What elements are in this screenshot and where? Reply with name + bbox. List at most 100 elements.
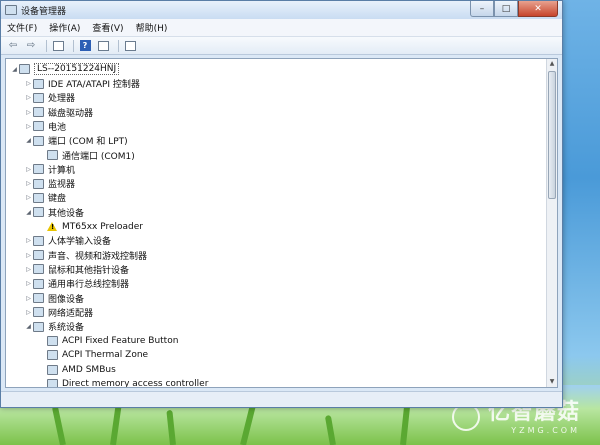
tree-item-label: 处理器 bbox=[48, 94, 76, 105]
tree-item[interactable]: Direct memory access controller bbox=[38, 377, 208, 387]
computer-icon bbox=[19, 64, 30, 74]
expand-arrow-icon[interactable]: ▷ bbox=[24, 80, 33, 87]
tree-item[interactable]: ▷ 声音、视频和游戏控制器 bbox=[24, 248, 147, 262]
expand-arrow-icon[interactable]: ▷ bbox=[24, 194, 33, 201]
tree-item[interactable]: ▷ 计算机 bbox=[24, 162, 75, 176]
tree-item[interactable]: ACPI Thermal Zone bbox=[38, 348, 148, 362]
tree-item[interactable]: ◢ 端口 (COM 和 LPT) bbox=[24, 134, 128, 148]
tree-item[interactable]: 通信端口 (COM1) bbox=[38, 148, 135, 162]
expand-arrow-icon[interactable]: ▷ bbox=[24, 309, 33, 316]
device-manager-icon bbox=[5, 5, 17, 15]
tree-item-label: 人体学输入设备 bbox=[48, 237, 112, 248]
grass-blade bbox=[166, 409, 176, 445]
expand-arrow-icon[interactable]: ◢ bbox=[10, 66, 19, 73]
expand-arrow-icon[interactable]: ▷ bbox=[24, 280, 33, 287]
warning-icon bbox=[47, 221, 58, 232]
tree-item[interactable]: AMD SMBus bbox=[38, 363, 116, 377]
tree-item-label: 端口 (COM 和 LPT) bbox=[48, 137, 128, 148]
help-icon: ? bbox=[79, 40, 91, 51]
system-device-icon bbox=[47, 378, 58, 387]
tree-item[interactable]: MT65xx Preloader bbox=[38, 220, 143, 234]
menu-help[interactable]: 帮助(H) bbox=[136, 21, 168, 34]
expand-arrow-icon[interactable]: ▷ bbox=[24, 94, 33, 101]
toolbar-separator bbox=[46, 39, 47, 52]
tree-item-label: 电池 bbox=[48, 122, 67, 133]
expand-arrow-icon[interactable]: ▷ bbox=[24, 237, 33, 244]
device-tree: ◢ LS--20151224HNJ ▷ IDE ATA/ATAPI 控制器 ▷ 处理器… bbox=[6, 59, 546, 387]
tree-item-label: MT65xx Preloader bbox=[62, 221, 144, 232]
system-device-icon bbox=[47, 350, 58, 361]
tree-item[interactable]: ▷ IDE ATA/ATAPI 控制器 bbox=[24, 77, 140, 91]
scroll-up-icon[interactable]: ▲ bbox=[547, 59, 557, 69]
system-devices-icon bbox=[33, 321, 44, 332]
expand-arrow-icon[interactable]: ▷ bbox=[24, 123, 33, 130]
tree-item[interactable]: ▷ 键盘 bbox=[24, 191, 66, 205]
tree-item-label: ACPI Fixed Feature Button bbox=[62, 335, 179, 346]
collapse-arrow-icon[interactable]: ◢ bbox=[24, 137, 33, 144]
tree-item-label: IDE ATA/ATAPI 控制器 bbox=[48, 80, 140, 90]
tree-item[interactable]: ▷ 图像设备 bbox=[24, 291, 84, 305]
device-manager-window: 设备管理器 – □ ✕ 文件(F) 操作(A) 查看(V) 帮助(H) ⇦ ⇨ … bbox=[0, 0, 563, 408]
tree-item-label: 监视器 bbox=[48, 180, 76, 191]
tree-item-label: 通用串行总线控制器 bbox=[48, 280, 130, 291]
tree-item[interactable]: ◢ 系统设备 bbox=[24, 320, 84, 334]
tree-item[interactable]: ▷ 电池 bbox=[24, 119, 66, 133]
grass-blade bbox=[324, 414, 336, 445]
close-button[interactable]: ✕ bbox=[518, 1, 558, 17]
expand-arrow-icon[interactable]: ▷ bbox=[24, 295, 33, 302]
tree-item[interactable]: ▷ 磁盘驱动器 bbox=[24, 105, 93, 119]
port-icon bbox=[47, 150, 58, 160]
battery-icon bbox=[33, 121, 44, 132]
imaging-icon bbox=[33, 293, 44, 303]
tree-item[interactable]: ▷ 鼠标和其他指针设备 bbox=[24, 262, 129, 276]
tree-item[interactable]: ▷ 监视器 bbox=[24, 177, 75, 191]
tree-item-label: 图像设备 bbox=[48, 294, 85, 305]
tree-item-label: 声音、视频和游戏控制器 bbox=[48, 251, 148, 262]
tree-item-label: 网络适配器 bbox=[48, 308, 94, 319]
scroll-down-icon[interactable]: ▼ bbox=[547, 377, 557, 387]
collapse-arrow-icon[interactable]: ◢ bbox=[24, 323, 33, 330]
processor-icon bbox=[33, 92, 44, 103]
menu-action[interactable]: 操作(A) bbox=[49, 21, 80, 34]
expand-arrow-icon[interactable]: ▷ bbox=[24, 166, 33, 173]
scroll-thumb[interactable] bbox=[548, 71, 556, 199]
collapse-arrow-icon[interactable]: ◢ bbox=[24, 209, 33, 216]
back-arrow-icon[interactable]: ⇦ bbox=[6, 39, 20, 52]
tree-item[interactable]: ▷ 通用串行总线控制器 bbox=[24, 277, 129, 291]
properties-icon bbox=[97, 40, 109, 51]
expand-arrow-icon[interactable]: ▷ bbox=[24, 252, 33, 259]
properties-button[interactable] bbox=[96, 39, 110, 52]
keyboard-icon bbox=[33, 192, 44, 203]
minimize-button[interactable]: – bbox=[470, 1, 494, 17]
show-hide-console-tree-button[interactable] bbox=[51, 39, 65, 52]
status-bar bbox=[1, 391, 562, 407]
expand-arrow-icon[interactable]: ▷ bbox=[24, 109, 33, 116]
vertical-scrollbar[interactable]: ▲ ▼ bbox=[546, 59, 557, 387]
menu-file[interactable]: 文件(F) bbox=[7, 21, 37, 34]
expand-arrow-icon[interactable]: ▷ bbox=[24, 266, 33, 273]
help-button[interactable]: ? bbox=[78, 39, 92, 52]
grass-blade bbox=[51, 405, 66, 445]
tree-item[interactable]: ACPI Fixed Feature Button bbox=[38, 334, 178, 348]
console-tree-icon bbox=[52, 40, 64, 51]
tree-item-label: 系统设备 bbox=[48, 323, 85, 334]
toolbar-separator bbox=[73, 39, 74, 52]
forward-arrow-icon[interactable]: ⇨ bbox=[24, 39, 38, 52]
scan-hardware-button[interactable] bbox=[123, 39, 137, 52]
watermark-sub: YZMG.COM bbox=[511, 426, 580, 435]
hid-icon bbox=[33, 235, 44, 246]
tree-root[interactable]: ◢ LS--20151224HNJ bbox=[10, 62, 120, 76]
tree-item[interactable]: ▷ 处理器 bbox=[24, 91, 75, 105]
mouse-icon bbox=[33, 264, 44, 275]
toolbar-separator bbox=[118, 39, 119, 52]
title-bar[interactable]: 设备管理器 – □ ✕ bbox=[1, 1, 562, 19]
usb-icon bbox=[33, 278, 44, 289]
expand-arrow-icon[interactable]: ▷ bbox=[24, 180, 33, 187]
tree-item-label: 鼠标和其他指针设备 bbox=[48, 265, 130, 276]
tree-item[interactable]: ▷ 人体学输入设备 bbox=[24, 234, 111, 248]
tree-item[interactable]: ▷ 网络适配器 bbox=[24, 305, 93, 319]
maximize-button[interactable]: □ bbox=[494, 1, 518, 17]
tree-item[interactable]: ◢ 其他设备 bbox=[24, 205, 84, 219]
menu-view[interactable]: 查看(V) bbox=[92, 21, 123, 34]
tree-item-label: 通信端口 (COM1) bbox=[62, 151, 135, 162]
